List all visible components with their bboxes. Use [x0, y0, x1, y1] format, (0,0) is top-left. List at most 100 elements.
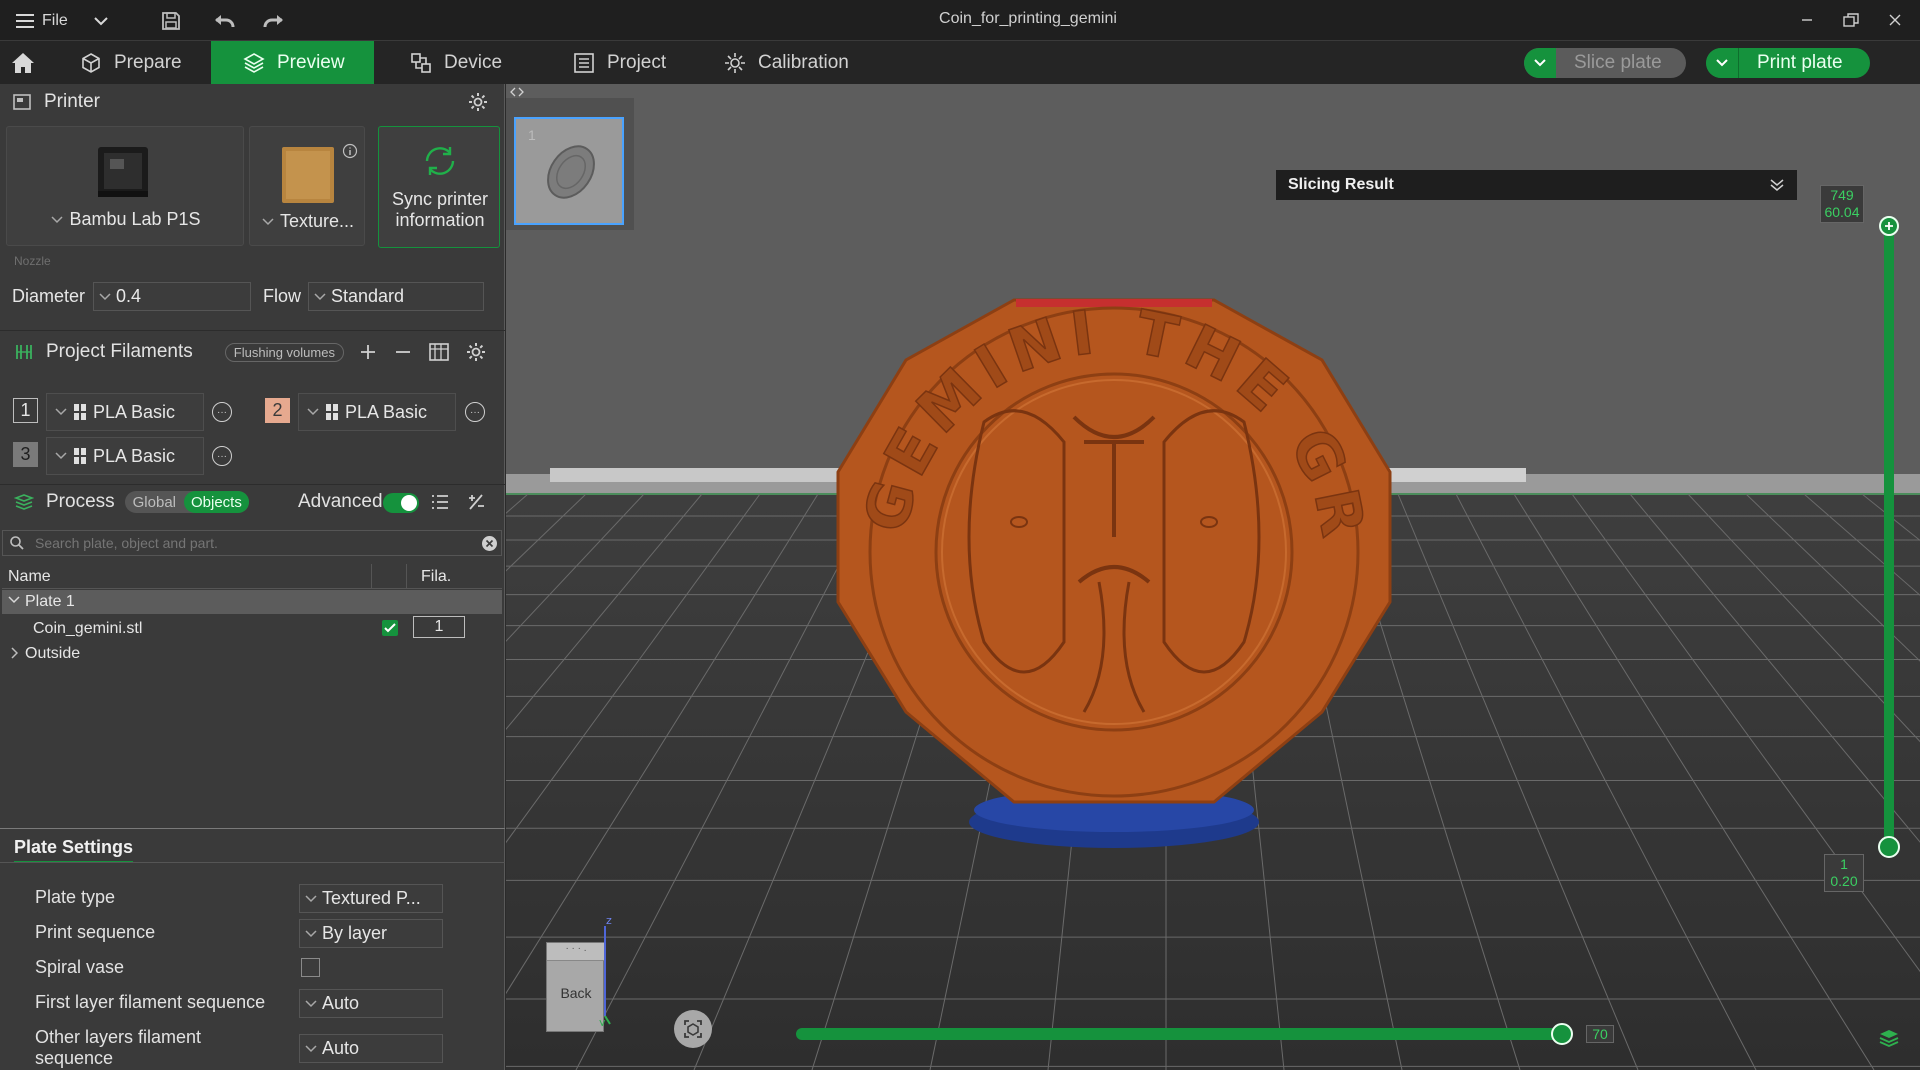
tab-prepare[interactable]: Prepare	[56, 41, 210, 84]
slice-plate-button[interactable]: Slice plate	[1524, 48, 1686, 78]
restore-button[interactable]	[1838, 8, 1864, 32]
chevron-down-icon	[55, 408, 67, 416]
tree-row-outside[interactable]: Outside	[2, 642, 502, 666]
filament-1-name: PLA Basic	[93, 401, 176, 422]
close-window-button[interactable]	[1882, 8, 1908, 32]
plate-type-setting-select[interactable]: Textured P...	[299, 884, 443, 913]
add-filament-button[interactable]	[358, 342, 378, 362]
process-icon	[14, 493, 34, 511]
filament-3-more-button[interactable]: ···	[212, 446, 232, 466]
clear-icon	[481, 535, 498, 552]
chevron-down-icon	[300, 999, 322, 1008]
filament-settings-button[interactable]	[465, 341, 487, 363]
chevron-down-icon	[262, 217, 274, 226]
tab-device-label: Device	[444, 51, 503, 73]
collapse-panel-icon[interactable]	[510, 86, 524, 98]
info-icon[interactable]	[342, 143, 358, 159]
more-dots-icon: ···	[217, 450, 227, 462]
filament-spool-icon	[14, 343, 34, 361]
first-layer-sequence-select[interactable]: Auto	[299, 989, 443, 1018]
chevron-down-icon	[300, 894, 322, 903]
filament-3-select[interactable]: PLA Basic	[46, 437, 204, 475]
filament-1-select[interactable]: PLA Basic	[46, 393, 204, 431]
tab-preview[interactable]: Preview	[211, 41, 374, 84]
other-layers-label-line2: sequence	[35, 1048, 114, 1068]
plate-settings-tab[interactable]: Plate Settings	[14, 837, 134, 863]
chevron-down-icon[interactable]	[1706, 48, 1738, 78]
column-fila[interactable]: Fila.	[421, 568, 451, 586]
global-option[interactable]: Global	[125, 494, 184, 511]
move-slider-handle[interactable]	[1551, 1023, 1573, 1045]
3d-viewport[interactable]: GEMINI THE GREAT TWINS 1 Slicing Result …	[506, 84, 1920, 1070]
plate-type-card[interactable]: Texture...	[249, 126, 365, 246]
plate-1-thumbnail[interactable]: 1	[514, 117, 624, 225]
minimize-button[interactable]	[1794, 8, 1820, 32]
diameter-label: Diameter	[12, 286, 86, 306]
percent-button[interactable]	[466, 492, 486, 512]
column-name[interactable]: Name	[8, 568, 51, 586]
coin-thumbnail-icon	[547, 145, 595, 199]
object-filament-number[interactable]: 1	[413, 616, 465, 638]
left-sidebar: Printer Bambu Lab P1S Texture... Sync pr…	[0, 84, 505, 1070]
diameter-select[interactable]: 0.4	[93, 282, 251, 311]
clear-search-button[interactable]	[481, 535, 498, 552]
object-search-field[interactable]	[2, 530, 502, 556]
flushing-volumes-button[interactable]: Flushing volumes	[224, 342, 344, 362]
print-plate-button[interactable]: Print plate	[1706, 48, 1870, 78]
layer-bottom-handle[interactable]	[1878, 836, 1900, 858]
tab-project[interactable]: Project	[549, 41, 699, 84]
printer-model-label: Bambu Lab P1S	[69, 209, 201, 229]
printer-section-title: Printer	[44, 91, 100, 112]
project-icon	[573, 52, 595, 74]
tab-calibration[interactable]: Calibration	[700, 41, 880, 84]
list-view-button[interactable]	[430, 492, 450, 512]
auto-orient-view-button[interactable]	[674, 1010, 712, 1048]
nozzle-group-label: Nozzle	[14, 254, 51, 268]
search-input[interactable]	[35, 535, 475, 551]
tab-device[interactable]: Device	[386, 41, 536, 84]
filament-2-select[interactable]: PLA Basic	[298, 393, 456, 431]
chevron-down-icon	[55, 452, 67, 460]
slicing-result-bar[interactable]: Slicing Result	[1276, 170, 1797, 200]
process-scope-toggle[interactable]: Global Objects	[124, 491, 249, 513]
plate-thumbnail	[282, 147, 334, 203]
first-layer-sequence-label: First layer filament sequence	[35, 992, 266, 1012]
chevron-down-icon[interactable]	[1769, 178, 1785, 192]
move-slider-track[interactable]	[796, 1028, 1570, 1040]
chevron-down-icon	[94, 292, 116, 301]
filament-sync-button[interactable]	[428, 341, 450, 363]
chevron-down-icon	[307, 408, 319, 416]
flow-value: Standard	[331, 286, 405, 306]
spiral-vase-checkbox[interactable]	[301, 958, 320, 977]
home-button[interactable]	[0, 41, 44, 84]
advanced-toggle[interactable]	[383, 493, 419, 513]
object-visible-checkbox[interactable]	[382, 620, 398, 636]
tab-calibration-label: Calibration	[758, 51, 849, 73]
layer-top-handle[interactable]	[1879, 216, 1899, 236]
tree-row-plate[interactable]: Plate 1	[2, 590, 502, 614]
chevron-down-icon	[300, 1044, 322, 1053]
filament-1-more-button[interactable]: ···	[212, 402, 232, 422]
flow-select[interactable]: Standard	[308, 282, 484, 311]
sync-printer-button[interactable]: Sync printer information	[378, 126, 500, 248]
tree-row-object[interactable]: Coin_gemini.stl 1	[2, 615, 502, 641]
plate-type-setting-label: Plate type	[35, 887, 116, 907]
filament-2-number[interactable]: 2	[265, 398, 290, 423]
filament-3-number[interactable]: 3	[13, 442, 38, 467]
layer-range-track[interactable]	[1884, 225, 1894, 845]
chevron-right-icon[interactable]	[10, 647, 18, 659]
layer-bottom-height: 0.20	[1830, 873, 1858, 889]
remove-filament-button[interactable]	[393, 342, 413, 362]
other-layers-sequence-select[interactable]: Auto	[299, 1034, 443, 1063]
printer-model-card[interactable]: Bambu Lab P1S	[6, 126, 244, 246]
close-icon	[1888, 13, 1902, 27]
calibration-icon	[724, 52, 746, 74]
layers-toggle-button[interactable]	[1878, 1028, 1900, 1048]
printer-settings-button[interactable]	[467, 91, 489, 113]
chevron-down-icon[interactable]	[1524, 48, 1556, 78]
objects-option[interactable]: Objects	[184, 491, 249, 513]
print-sequence-select[interactable]: By layer	[299, 919, 443, 948]
chevron-down-icon[interactable]	[8, 595, 20, 605]
filament-2-more-button[interactable]: ···	[465, 402, 485, 422]
filament-1-number[interactable]: 1	[13, 398, 38, 423]
